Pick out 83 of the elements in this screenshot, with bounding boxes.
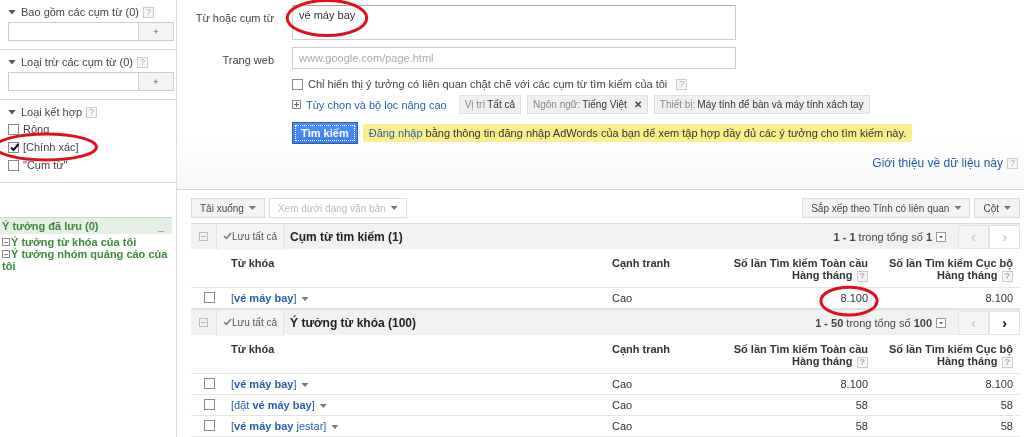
keyword-link[interactable]: [vé máy bay jestar] [231, 420, 327, 432]
table-cell-text: 58 [999, 399, 1014, 411]
field-label: Từ hoặc cụm từ [194, 11, 274, 24]
table-cell-text: 58 [999, 420, 1014, 432]
saved-ideas-link[interactable]: Ý tưởng nhóm quảng cáo của tôi [2, 248, 170, 272]
table-cell: 58 [855, 420, 868, 432]
about-data-link[interactable]: Giới thiệu về dữ liệu này [872, 156, 1003, 170]
section-title: Bao gồm các cụm từ (0) [21, 6, 139, 18]
advanced-options-link[interactable]: Tùy chọn và bộ lọc nâng cao [292, 98, 447, 111]
checkbox[interactable] [204, 291, 215, 303]
caret-icon[interactable] [319, 404, 327, 409]
column-header: Từ khóa [230, 343, 276, 355]
panel-title: Ý tưởng đã lưu (0) [2, 220, 99, 232]
expand-icon[interactable] [292, 100, 301, 109]
section-title: Loại kết hợp [21, 106, 83, 118]
caret-icon [1004, 206, 1011, 210]
keyword-link[interactable]: [vé máy bay] [231, 378, 297, 390]
checkmark-icon [223, 232, 232, 240]
filter-chip[interactable]: Vị trí Tất cả [458, 95, 521, 114]
option-label: [Chính xác] [23, 141, 79, 153]
collapse-button[interactable]: _ [153, 220, 168, 232]
caret-icon[interactable] [331, 425, 339, 430]
checkbox[interactable] [204, 398, 215, 410]
saved-ideas-link[interactable]: Ý tưởng từ khóa của tôi [2, 236, 170, 248]
table-cell-text: Cao [611, 378, 634, 390]
column-header: Số lần Tìm kiếm Cục bộ Hàng tháng ? [887, 257, 1014, 282]
phrase-input[interactable] [8, 22, 138, 41]
keyword-link[interactable]: [đặt vé máy bay] [231, 399, 315, 411]
caret-icon [390, 206, 398, 210]
checkbox[interactable] [204, 377, 215, 389]
column-header: Cạnh tranh [611, 257, 672, 269]
column-header: Số lần Tìm kiếm Toàn cầu Hàng tháng ? [732, 343, 869, 368]
phrase-input[interactable] [8, 72, 138, 91]
add-button[interactable]: + [138, 22, 174, 41]
download-button[interactable]: Tải xuống [191, 198, 265, 218]
column-header: Số lần Tìm kiếm Toàn cầu Hàng tháng ? [732, 257, 869, 282]
table-cell-text: Cao [611, 399, 634, 411]
table-cell-text: 8.100 [984, 378, 1014, 390]
group-title: Ý tưởng từ khóa (100) [290, 315, 417, 330]
caret-icon[interactable] [301, 297, 309, 302]
checkbox[interactable] [204, 419, 215, 431]
table-cell: 8.100 [840, 292, 868, 304]
column-header: Số lần Tìm kiếm Cục bộ Hàng tháng ? [887, 343, 1014, 368]
table-cell-text: 8.100 [984, 292, 1014, 304]
pagination-range: 1 - 50 trong tổng số 100 [815, 316, 932, 329]
caret-icon [954, 206, 962, 210]
page-size-dropdown-icon[interactable] [936, 231, 946, 242]
checkbox[interactable] [8, 123, 19, 135]
pagination-range: 1 - 1 trong tổng số 1 [833, 230, 932, 243]
keyword-textarea[interactable]: vé máy bay [292, 5, 736, 40]
search-button[interactable]: Tìm kiếm [292, 122, 358, 144]
filter-chip[interactable]: Ngôn ngữ: Tiếng Việt ✕ [527, 95, 648, 114]
checkbox[interactable] [8, 141, 19, 153]
option-label: "Cụm từ" [23, 159, 68, 171]
section-title: Loại trừ các cụm từ (0) [21, 56, 133, 68]
sort-button[interactable]: Sắp xếp theo Tính có liên quan [802, 198, 971, 218]
caret-icon[interactable] [301, 383, 309, 388]
checkmark-icon [223, 318, 232, 326]
keyword-link[interactable]: [vé máy bay] [231, 292, 297, 304]
page-size-dropdown-icon[interactable] [936, 317, 946, 328]
filter-chip[interactable]: Thiết bị: Máy tính để bàn và máy tính xách tay [653, 95, 870, 114]
columns-button[interactable]: Cột [974, 198, 1020, 218]
checkbox[interactable] [8, 159, 19, 171]
column-header: Từ khóa [230, 257, 276, 269]
website-input[interactable]: www.google.com/page.html [292, 47, 736, 69]
table-cell: 58 [855, 399, 868, 411]
caret-icon [248, 206, 256, 210]
column-header: Cạnh tranh [611, 343, 672, 355]
add-button[interactable]: + [138, 72, 174, 91]
next-page-button[interactable]: › [989, 310, 1020, 335]
remove-icon[interactable]: ✕ [633, 99, 642, 110]
sign-in-link[interactable]: Đăng nhập [368, 127, 423, 139]
table-cell-text: Cao [611, 292, 634, 304]
keyword-value: vé máy bay [299, 9, 356, 21]
table-cell: 8.100 [840, 378, 868, 390]
save-all-button[interactable]: Lưu tất cả [216, 223, 285, 250]
checkbox-label: Chỉ hiển thị ý tưởng có liên quan chặt chẽ với các cụm từ tìm kiếm của tôi [308, 78, 668, 90]
field-label: Trang web [221, 53, 274, 66]
checkbox[interactable] [292, 78, 303, 90]
group-title: Cụm từ tìm kiếm (1) [290, 229, 404, 244]
sign-in-notice: Đăng nhập bằng thông tin đăng nhập AdWords của bạn để xem tập hợp đầy đủ các ý tưởng cho tìm kiếm này. [362, 124, 913, 142]
table-cell-text: Cao [611, 420, 634, 432]
save-all-button[interactable]: Lưu tất cả [216, 309, 285, 336]
